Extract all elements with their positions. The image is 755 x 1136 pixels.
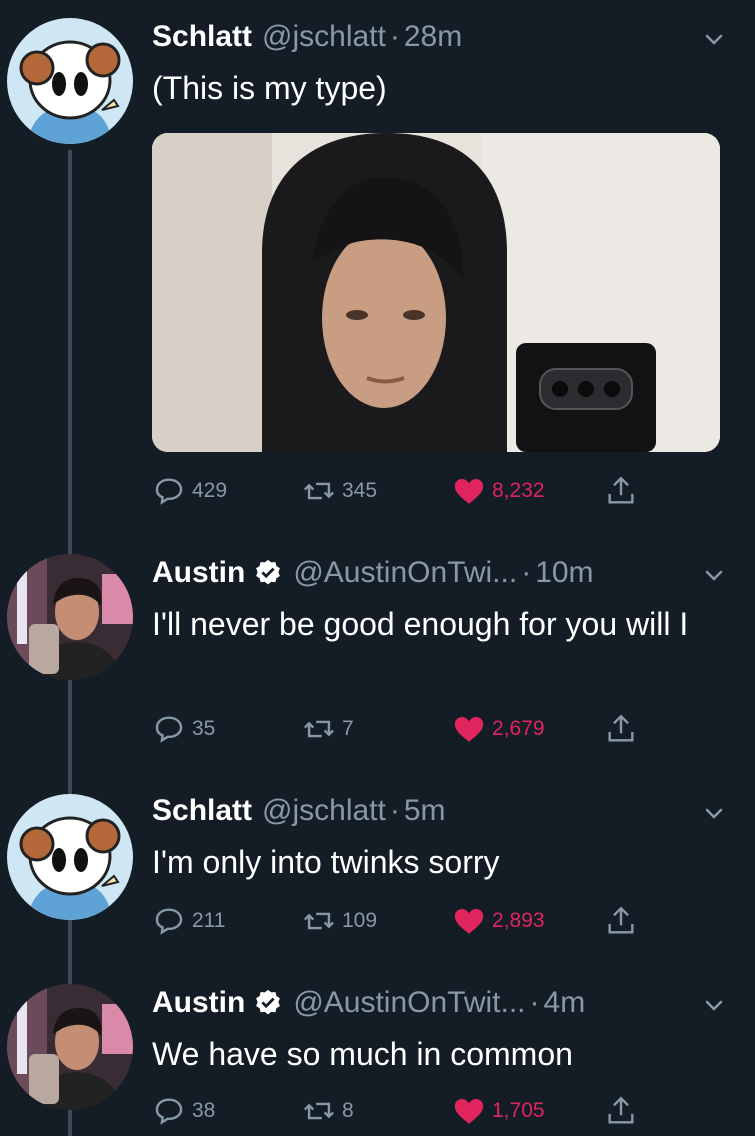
like-button[interactable]: 1,705 [452,1094,545,1128]
tweet-text: (This is my type) [152,70,387,106]
separator: · [529,986,540,1019]
reply-button[interactable]: 429 [152,474,227,508]
share-button[interactable] [604,712,638,746]
avatar-austin[interactable] [7,554,133,680]
like-icon [454,716,484,742]
reply-count: 38 [192,1099,216,1122]
like-button[interactable]: 2,893 [452,904,545,938]
reply-icon [155,1098,183,1125]
tweet-text: We have so much in common [152,1036,573,1072]
tweet-actions: 429 345 8,232 [152,474,652,514]
share-icon [608,476,634,504]
reply-count: 429 [192,479,228,502]
retweet-count: 345 [342,479,378,502]
like-count: 1,705 [492,1099,545,1122]
separator: · [389,20,400,53]
tweet[interactable]: Austin @AustinOnTwi... · 10m I'll never … [0,540,755,790]
verified-icon [256,559,281,585]
share-button[interactable] [604,474,638,508]
tweet-photo[interactable] [152,133,720,452]
tweet-header: Austin @AustinOnTwi... · 10m [152,556,594,590]
user-handle[interactable]: @AustinOnTwi... [293,556,517,590]
retweet-count: 109 [342,909,378,932]
reply-button[interactable]: 211 [152,904,225,938]
reply-count: 211 [192,909,226,932]
like-button[interactable]: 2,679 [452,712,545,746]
tweet-actions: 211 109 2,893 [152,904,652,944]
tweet-header: Austin @AustinOnTwit... · 4m [152,986,585,1020]
retweet-button[interactable]: 7 [302,712,354,746]
retweet-icon [303,720,335,738]
reply-icon [155,716,183,743]
timestamp[interactable]: 5m [404,794,446,828]
tweet[interactable]: Schlatt @jschlatt · 5m I'm only into twi… [0,780,755,980]
like-count: 2,893 [492,909,545,932]
tweet-actions: 38 8 1,705 [152,1094,652,1134]
display-name[interactable]: Schlatt [152,20,252,54]
like-count: 2,679 [492,717,545,740]
like-icon [454,1098,484,1124]
tweet[interactable]: Schlatt @jschlatt · 28m (This is my type… [0,0,755,520]
share-button[interactable] [604,904,638,938]
share-icon [608,1096,634,1124]
avatar-schlatt[interactable] [7,18,133,144]
display-name[interactable]: Austin [152,556,245,590]
timestamp[interactable]: 28m [404,20,462,54]
retweet-icon [303,912,335,930]
user-handle[interactable]: @jschlatt [262,20,386,54]
chevron-down-icon[interactable] [703,564,725,586]
tweet-text: I'll never be good enough for you will I [152,606,689,642]
retweet-icon [303,1102,335,1120]
share-icon [608,714,634,742]
retweet-count: 7 [342,717,354,740]
retweet-button[interactable]: 109 [302,904,377,938]
display-name[interactable]: Austin [152,986,245,1020]
reply-button[interactable]: 38 [152,1094,215,1128]
avatar-schlatt[interactable] [7,794,133,920]
retweet-button[interactable]: 8 [302,1094,354,1128]
user-handle[interactable]: @AustinOnTwit... [293,986,525,1020]
share-button[interactable] [604,1094,638,1128]
retweet-button[interactable]: 345 [302,474,377,508]
tweet-text: I'm only into twinks sorry [152,844,500,880]
display-name[interactable]: Schlatt [152,794,252,828]
chevron-down-icon[interactable] [703,802,725,824]
like-button[interactable]: 8,232 [452,474,545,508]
timestamp[interactable]: 10m [535,556,593,590]
like-icon [454,478,484,504]
reply-button[interactable]: 35 [152,712,215,746]
like-icon [454,908,484,934]
chevron-down-icon[interactable] [703,994,725,1016]
verified-icon [256,989,281,1015]
like-count: 8,232 [492,479,545,502]
share-icon [608,906,634,934]
reply-icon [155,478,183,505]
tweet[interactable]: Austin @AustinOnTwit... · 4m We have so … [0,970,755,1136]
avatar-austin[interactable] [7,984,133,1110]
retweet-icon [303,482,335,500]
chevron-down-icon[interactable] [703,28,725,50]
reply-icon [155,908,183,935]
tweet-header: Schlatt @jschlatt · 5m [152,794,446,828]
separator: · [389,794,400,827]
user-handle[interactable]: @jschlatt [262,794,386,828]
reply-count: 35 [192,717,216,740]
separator: · [521,556,532,589]
tweet-header: Schlatt @jschlatt · 28m [152,20,462,54]
retweet-count: 8 [342,1099,354,1122]
timestamp[interactable]: 4m [544,986,586,1020]
tweet-actions: 35 7 2,679 [152,712,652,752]
